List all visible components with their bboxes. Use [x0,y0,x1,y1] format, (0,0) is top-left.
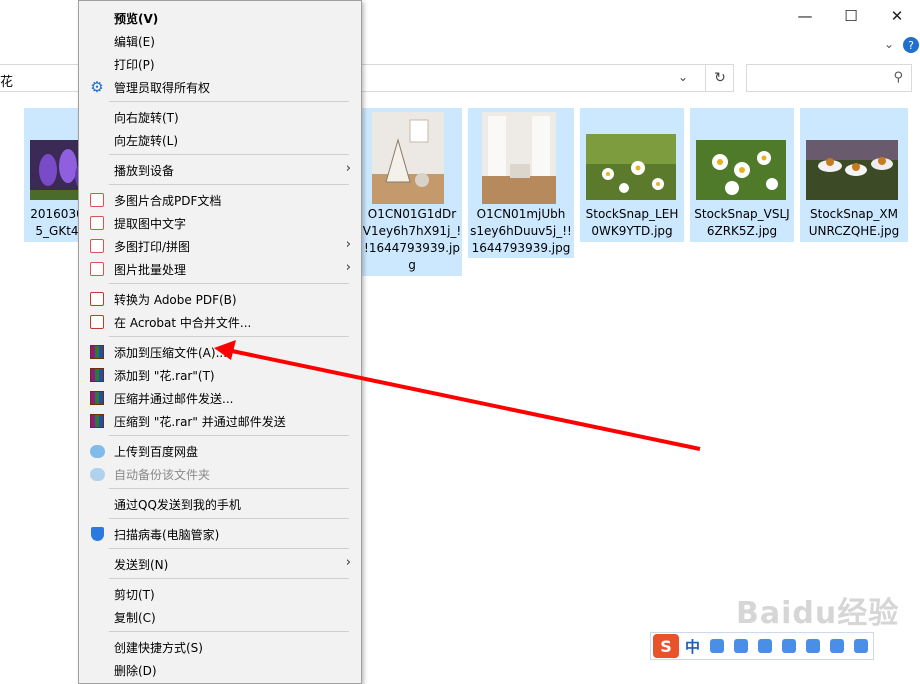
baidu-jingyan-watermark: Baidu经验 [736,596,900,631]
grid-menu-icon[interactable] [854,639,869,653]
skin-icon[interactable] [806,639,821,653]
keyboard-icon[interactable] [782,639,797,653]
emoji-icon[interactable] [734,639,749,653]
punctuation-icon[interactable] [710,639,725,653]
microphone-icon[interactable] [758,639,773,653]
annotation-arrow [214,340,701,451]
ime-language[interactable]: 中 [685,636,700,657]
sogou-logo-icon: S [653,634,679,658]
ime-toolbar[interactable]: S 中 [650,632,874,660]
shirt-icon[interactable] [830,639,845,653]
